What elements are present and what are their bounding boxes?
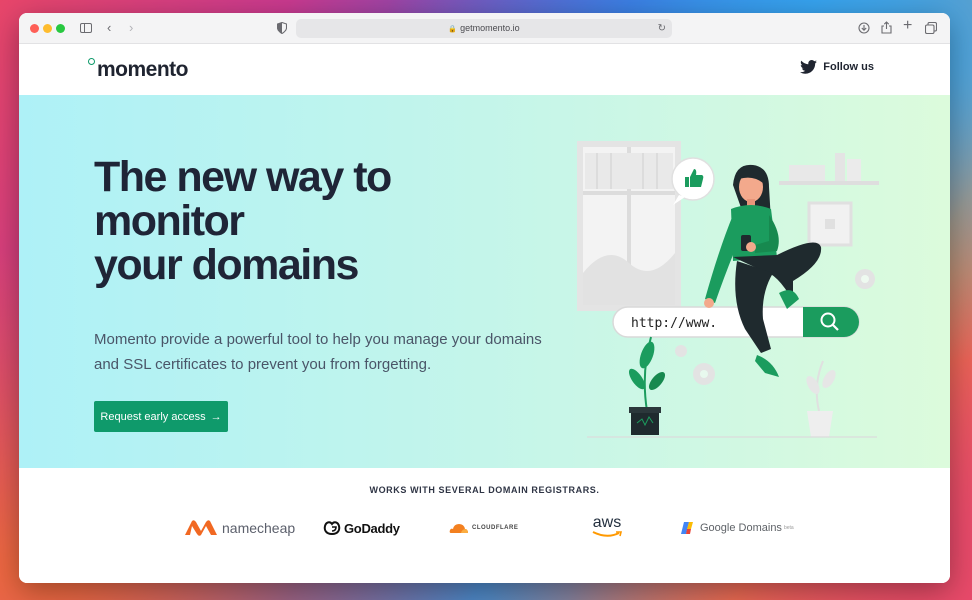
arrow-right-icon: → — [210, 410, 222, 423]
aws-label: aws — [592, 514, 622, 531]
google-domains-icon — [681, 522, 693, 534]
godaddy-label: GoDaddy — [344, 520, 400, 536]
browser-toolbar: ‹ › 🔒 getmomento.io ↻ + — [19, 13, 950, 44]
white-plant-pot-illustration — [806, 360, 836, 437]
hero-title-line-2: monitor — [94, 197, 245, 245]
cta-label: Request early access — [100, 410, 206, 423]
namecheap-label: namecheap — [222, 520, 296, 536]
zoom-window-button[interactable] — [56, 24, 65, 33]
follow-us-label: Follow us — [823, 61, 874, 73]
cloudflare-logo: CLOUDFLARE — [449, 516, 518, 540]
cloudflare-label: CLOUDFLARE — [472, 525, 519, 531]
hero-section: The new way to monitor your domains Mome… — [19, 95, 950, 468]
aws-logo: aws — [591, 514, 623, 540]
back-icon[interactable]: ‹ — [107, 20, 111, 36]
hero-title: The new way to monitor your domains — [94, 155, 494, 287]
momento-logo[interactable]: momento — [97, 58, 189, 82]
forward-icon[interactable]: › — [129, 20, 133, 36]
download-icon[interactable] — [858, 22, 870, 34]
reload-icon[interactable]: ↻ — [658, 19, 666, 38]
registrars-section: WORKS WITH SEVERAL DOMAIN REGISTRARS. na… — [19, 468, 950, 583]
godaddy-logo: GoDaddy — [323, 516, 400, 540]
search-text: http://www. — [631, 316, 717, 331]
site-header: momento Follow us — [19, 44, 950, 95]
follow-us-link[interactable]: Follow us — [800, 60, 874, 74]
browser-window: ‹ › 🔒 getmomento.io ↻ + momento Follow u… — [19, 13, 950, 583]
sidebar-toggle-icon[interactable] — [80, 23, 92, 33]
privacy-shield-icon[interactable] — [277, 22, 287, 34]
window-illustration — [577, 141, 681, 311]
new-tab-icon[interactable]: + — [903, 18, 912, 34]
hero-description: Momento provide a powerful tool to help … — [94, 331, 542, 373]
plant-pot-illustration — [628, 336, 666, 435]
search-bar-illustration: http://www. — [612, 306, 860, 338]
hero-illustration: http://www. — [577, 141, 879, 438]
woman-illustration — [704, 164, 822, 377]
hero-title-line-1: The new way to — [94, 153, 392, 201]
google-domains-beta: beta — [783, 525, 794, 531]
google-domains-logo: Google Domains beta — [680, 516, 794, 540]
address-text: getmomento.io — [460, 23, 520, 33]
request-early-access-button[interactable]: Request early access → — [94, 401, 228, 432]
twitter-icon — [800, 60, 818, 74]
close-window-button[interactable] — [30, 24, 39, 33]
shelf-illustration — [779, 153, 879, 247]
godaddy-icon — [323, 521, 341, 536]
aws-smile-icon — [592, 531, 623, 537]
address-bar[interactable]: 🔒 getmomento.io ↻ — [296, 19, 672, 38]
thumbs-up-bubble — [671, 157, 715, 205]
cloudflare-cloud-icon — [449, 524, 468, 533]
logo-dot-icon — [88, 58, 95, 65]
hero-title-line-3: your domains — [94, 241, 359, 289]
tab-overview-icon[interactable] — [925, 22, 937, 34]
namecheap-n-icon — [185, 520, 217, 536]
minimize-window-button[interactable] — [43, 24, 52, 33]
share-icon[interactable] — [881, 21, 892, 34]
lock-icon: 🔒 — [448, 26, 458, 33]
google-domains-label: Google Domains — [700, 522, 782, 534]
namecheap-logo: namecheap — [184, 516, 295, 540]
registrars-title: WORKS WITH SEVERAL DOMAIN REGISTRARS. — [369, 485, 600, 495]
